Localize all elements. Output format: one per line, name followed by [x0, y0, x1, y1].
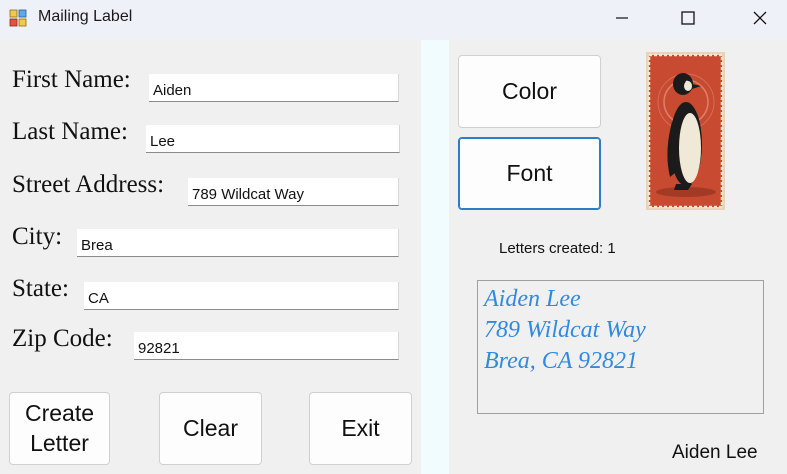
- clear-button-label: Clear: [183, 414, 238, 441]
- state-input[interactable]: [84, 282, 399, 310]
- state-label: State:: [12, 275, 69, 302]
- create-letter-button[interactable]: Create Letter: [9, 392, 110, 465]
- create-letter-label-line1: Create: [24, 399, 95, 426]
- first-name-label: First Name:: [12, 66, 131, 93]
- label-preview-box: Aiden Lee 789 Wildcat Way Brea, CA 92821: [477, 280, 764, 414]
- label-preview-line3: Brea, CA 92821: [484, 348, 638, 374]
- zip-code-input[interactable]: [134, 332, 399, 360]
- maximize-button[interactable]: [665, 0, 711, 36]
- last-name-input[interactable]: [146, 125, 400, 153]
- clear-button[interactable]: Clear: [159, 392, 262, 465]
- window-title: Mailing Label: [38, 8, 133, 25]
- first-name-input[interactable]: [149, 74, 399, 102]
- street-address-input[interactable]: [188, 178, 399, 206]
- penguin-stamp-image: [646, 52, 725, 210]
- letters-created-text: Letters created: 1: [499, 240, 616, 257]
- color-button-label: Color: [502, 77, 557, 104]
- zip-code-label: Zip Code:: [12, 325, 113, 352]
- street-address-label: Street Address:: [12, 171, 165, 198]
- city-label: City:: [12, 223, 63, 250]
- label-preview-line1: Aiden Lee: [484, 286, 581, 312]
- close-button[interactable]: [737, 0, 783, 36]
- footer-name-text: Aiden Lee: [672, 442, 758, 463]
- minimize-button[interactable]: [599, 0, 645, 36]
- close-icon: [753, 11, 767, 25]
- label-preview-line2: 789 Wildcat Way: [484, 317, 646, 343]
- city-input[interactable]: [77, 229, 399, 257]
- exit-button[interactable]: Exit: [309, 392, 412, 465]
- color-button[interactable]: Color: [458, 55, 601, 128]
- maximize-icon: [681, 11, 695, 25]
- app-icon: [9, 9, 27, 27]
- minimize-icon: [616, 17, 628, 19]
- create-letter-label-line2: Letter: [30, 429, 89, 456]
- last-name-label: Last Name:: [12, 118, 128, 145]
- panel-divider: [421, 40, 449, 474]
- font-button[interactable]: Font: [458, 137, 601, 210]
- font-button-label: Font: [506, 159, 553, 186]
- title-bar: Mailing Label: [0, 0, 787, 40]
- exit-button-label: Exit: [341, 414, 380, 441]
